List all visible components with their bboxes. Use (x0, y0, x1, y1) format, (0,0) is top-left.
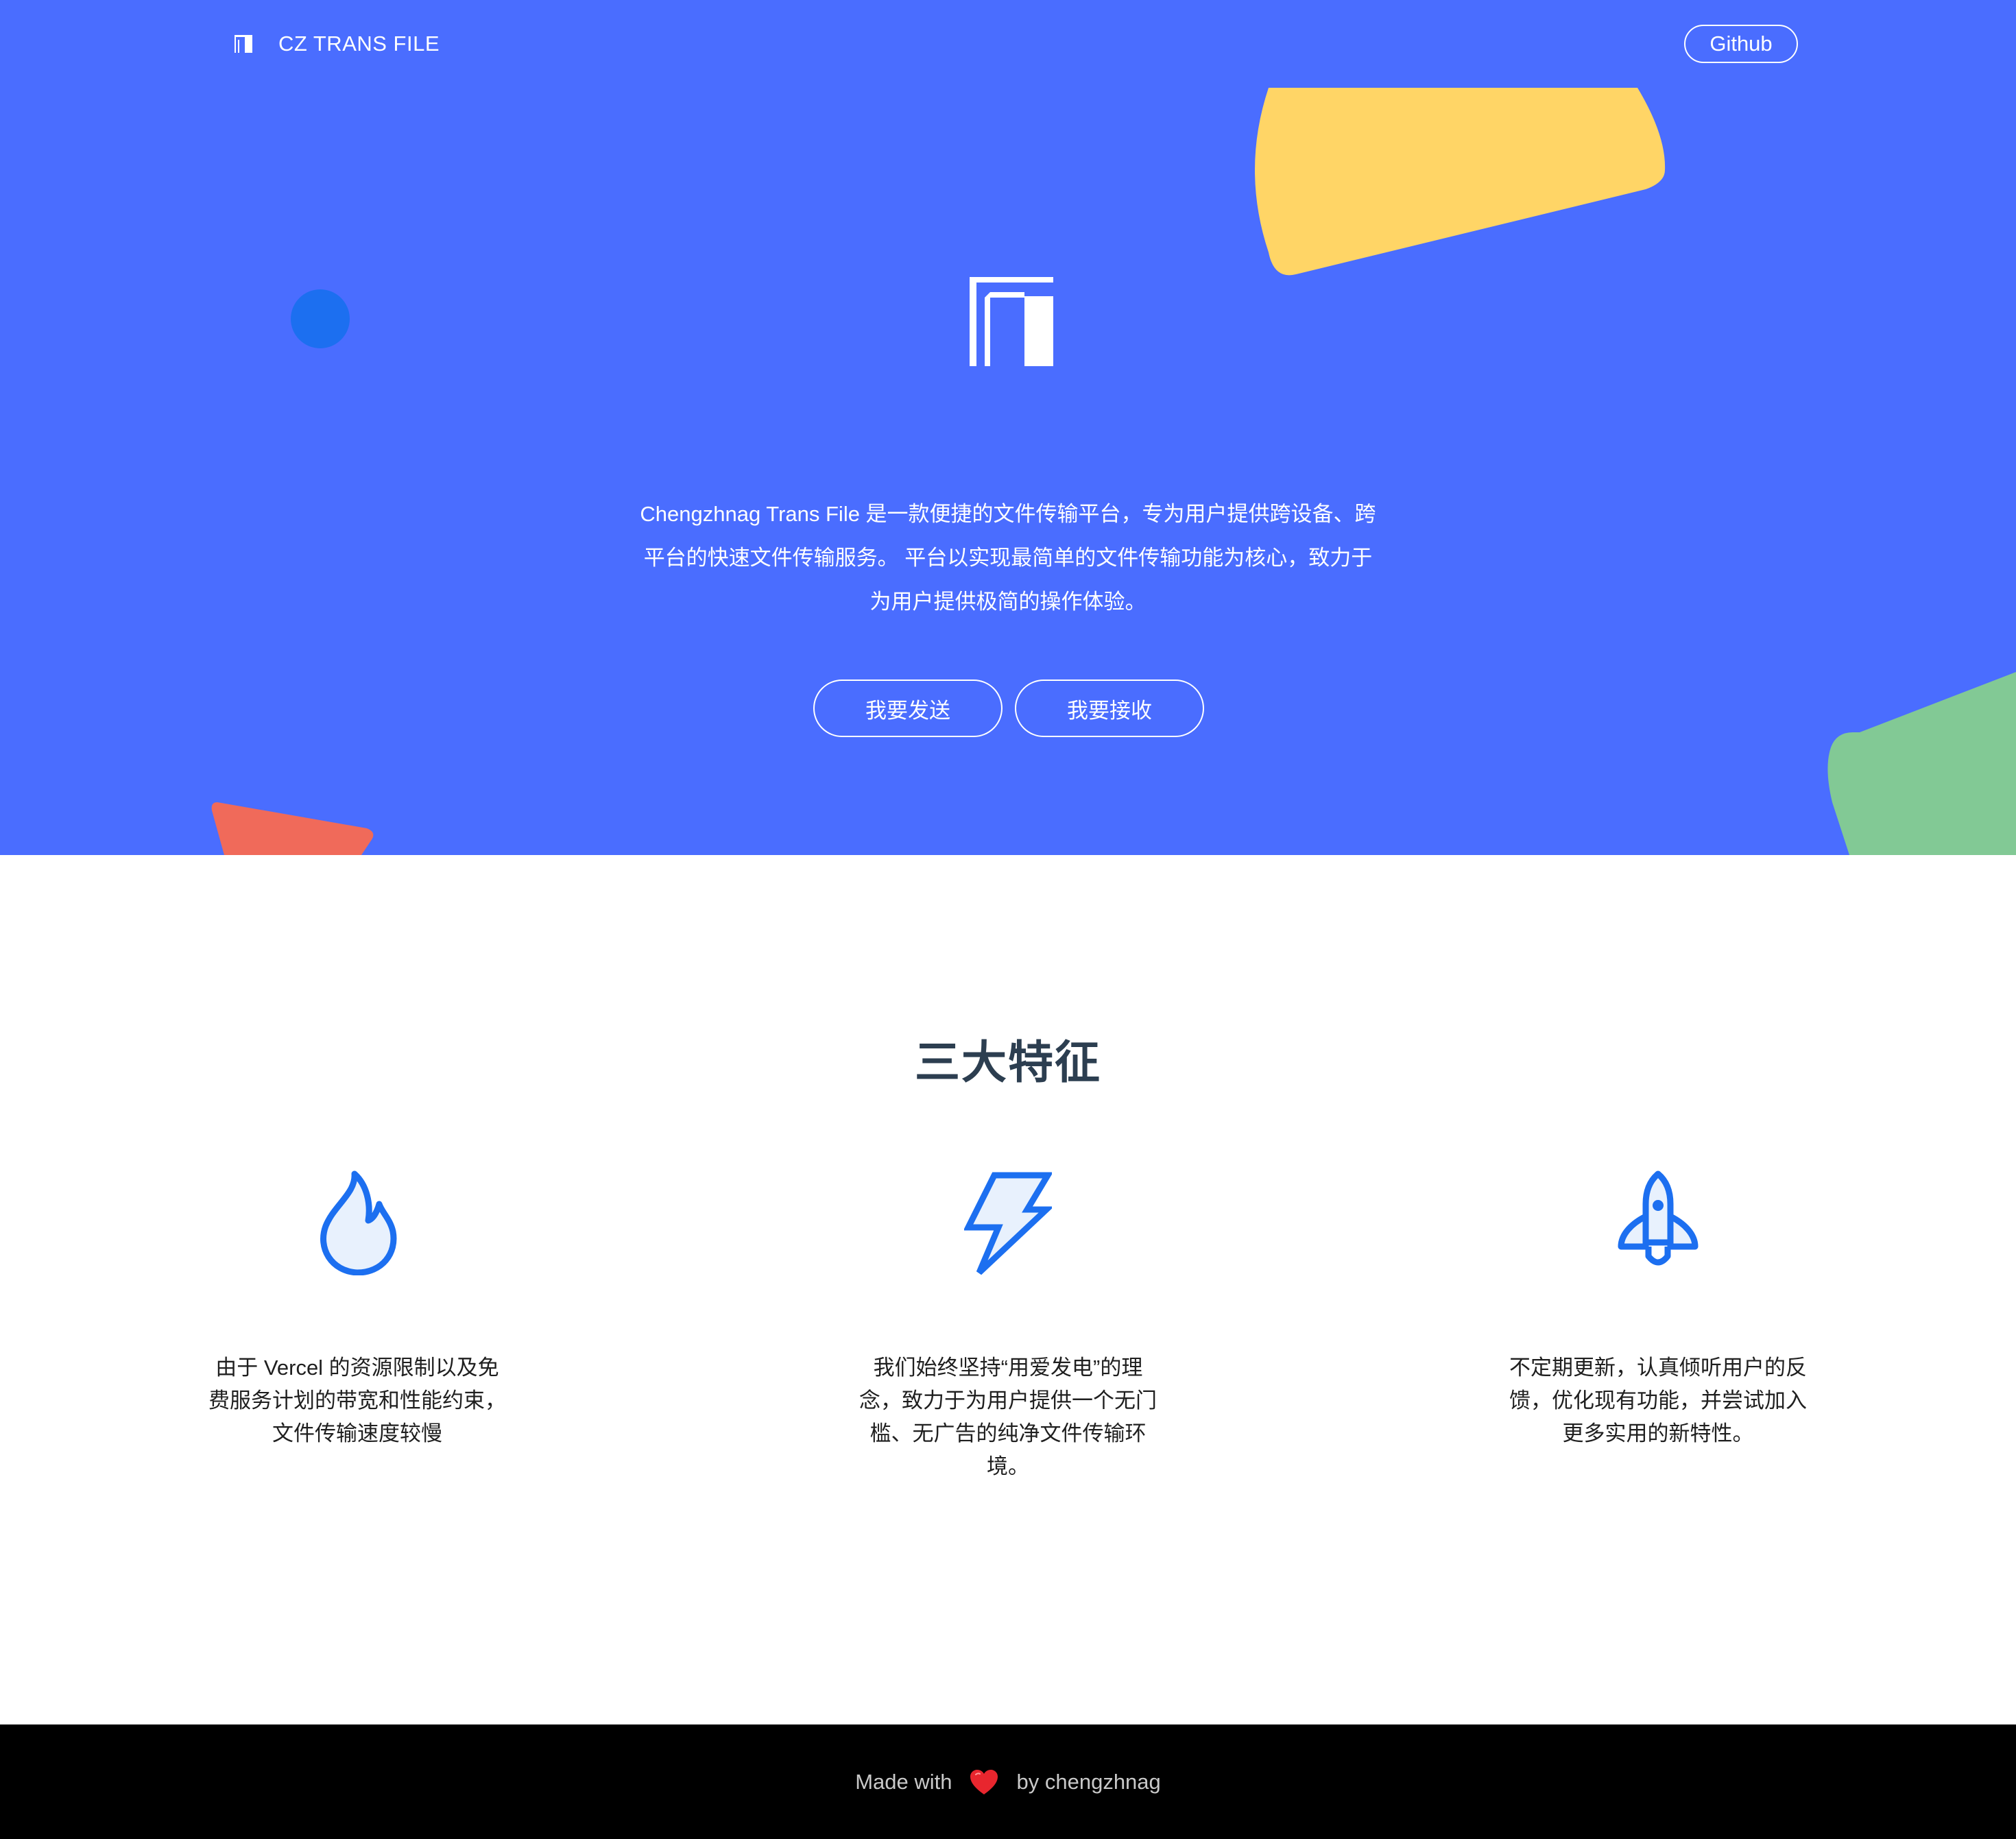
footer-author: by chengzhnag (1016, 1769, 1161, 1794)
feature-text-line: 境。 (987, 1454, 1029, 1478)
hero-section: CZ TRANS FILE Github Chengzhnag Trans Fi… (0, 0, 2016, 855)
decorative-yellow-shape (1255, 88, 1666, 276)
page: CZ TRANS FILE Github Chengzhnag Trans Fi… (0, 0, 2016, 1839)
feature-text: 由于 Vercel 的资源限制以及免 费服务计划的带宽和性能约束， 文件传输速度… (200, 1351, 515, 1450)
feature-text-line: 文件传输速度较慢 (272, 1421, 442, 1445)
features-title: 三大特征 (915, 1037, 1101, 1087)
feature-text-line: 费服务计划的带宽和性能约束， (208, 1389, 506, 1413)
feature-text-line: 我们始终坚持“用爱发电”的理 (873, 1356, 1143, 1380)
feature-text-line: 馈，优化现有功能，并尝试加入 (1509, 1389, 1807, 1413)
hero-description-line: 为用户提供极简的操作体验。 (869, 590, 1147, 614)
site-title: CZ TRANS FILE (278, 32, 440, 56)
footer: Made with by chengzhnag (0, 1724, 2016, 1839)
footer-made-with: Made with (855, 1769, 952, 1794)
feature-text-line: 不定期更新，认真倾听用户的反 (1509, 1356, 1807, 1380)
feature-card: 我们始终坚持“用爱发电”的理 念，致力于为用户提供一个无门 槛、无广告的纯净文件… (850, 1166, 1166, 1478)
nav-brand[interactable]: CZ TRANS FILE (233, 30, 440, 58)
hero-description-line: 平台的快速文件传输服务。 平台以实现最简单的文件传输功能为核心，致力于 (643, 546, 1373, 570)
hero-description: Chengzhnag Trans File 是一款便捷的文件传输平台，专为用户提… (597, 492, 1419, 624)
flame-icon (320, 1170, 397, 1275)
feature-text-line: 由于 Vercel 的资源限制以及免 (215, 1356, 499, 1380)
send-button[interactable]: 我要发送 (813, 680, 1003, 737)
feature-text-line: 槛、无广告的纯净文件传输环 (869, 1421, 1147, 1445)
feature-card: 不定期更新，认真倾听用户的反 馈，优化现有功能，并尝试加入 更多实用的新特性。 (1500, 1166, 1816, 1445)
rocket-icon (1618, 1170, 1699, 1266)
feature-text-line: 念，致力于为用户提供一个无门 (859, 1389, 1157, 1413)
hero-description-line: Chengzhnag Trans File 是一款便捷的文件传输平台，专为用户提… (640, 502, 1376, 526)
receive-button[interactable]: 我要接收 (1015, 680, 1204, 737)
decorative-green-shape (1827, 672, 2016, 855)
feature-text-line: 更多实用的新特性。 (1562, 1421, 1754, 1445)
feature-card: 由于 Vercel 的资源限制以及免 费服务计划的带宽和性能约束， 文件传输速度… (200, 1166, 515, 1445)
cz-logo-icon (235, 35, 252, 53)
feature-text: 我们始终坚持“用爱发电”的理 念，致力于为用户提供一个无门 槛、无广告的纯净文件… (850, 1351, 1166, 1483)
cz-logo-icon (970, 277, 1053, 366)
decorative-blue-dot (291, 289, 350, 348)
lightning-icon (964, 1172, 1052, 1275)
decorative-red-shape (211, 802, 374, 855)
feature-text: 不定期更新，认真倾听用户的反 馈，优化现有功能，并尝试加入 更多实用的新特性。 (1500, 1351, 1816, 1450)
heart-icon (970, 1769, 998, 1794)
hero-actions: 我要发送 我要接收 (813, 680, 1204, 737)
github-button[interactable]: Github (1684, 25, 1798, 63)
